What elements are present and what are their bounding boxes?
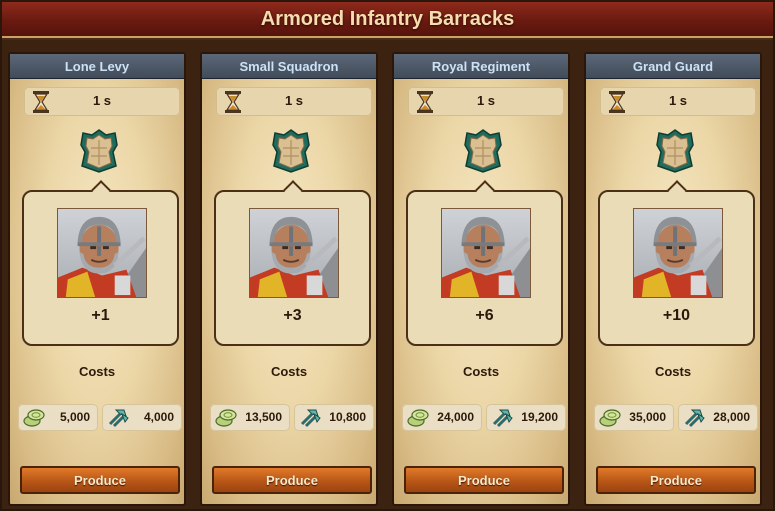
production-card-3: Royal Regiment 1 s +6 Costs 24,000 19,20… bbox=[392, 52, 570, 506]
supplies-icon bbox=[300, 409, 321, 428]
cost-supplies: 28,000 bbox=[678, 404, 758, 431]
production-card-1: Lone Levy 1 s +1 Costs 5,000 4,000 Produ… bbox=[8, 52, 186, 506]
infantry-portrait bbox=[633, 208, 723, 298]
supplies-icon bbox=[108, 409, 129, 428]
costs-label: Costs bbox=[270, 364, 308, 379]
unit-amount: +3 bbox=[283, 307, 302, 324]
produce-button[interactable]: Produce bbox=[404, 466, 564, 494]
cost-coins: 13,500 bbox=[210, 404, 290, 431]
time-value: 1 s bbox=[476, 93, 496, 108]
production-options: Lone Levy 1 s +1 Costs 5,000 4,000 Produ… bbox=[2, 40, 773, 509]
supplies-cost-value: 28,000 bbox=[713, 410, 750, 424]
barracks-window: Armored Infantry Barracks Lone Levy 1 s bbox=[0, 0, 775, 511]
produce-button[interactable]: Produce bbox=[212, 466, 372, 494]
window-title: Armored Infantry Barracks bbox=[260, 7, 515, 30]
coins-cost-value: 35,000 bbox=[629, 410, 666, 424]
coins-cost-value: 24,000 bbox=[437, 410, 474, 424]
unit-reward-box: +3 bbox=[214, 180, 371, 346]
cost-supplies: 10,800 bbox=[294, 404, 374, 431]
production-time: 1 s bbox=[24, 87, 180, 116]
armored-infantry-icon bbox=[272, 129, 310, 173]
unit-amount: +6 bbox=[475, 307, 494, 324]
coins-cost-value: 5,000 bbox=[59, 410, 90, 424]
armored-infantry-icon bbox=[656, 129, 694, 173]
unit-reward-box: +1 bbox=[22, 180, 179, 346]
produce-button[interactable]: Produce bbox=[596, 466, 756, 494]
coins-icon bbox=[23, 409, 45, 427]
coins-icon bbox=[215, 409, 237, 427]
card-header: Small Squadron bbox=[202, 54, 376, 79]
card-header: Royal Regiment bbox=[394, 54, 568, 79]
unit-reward-box: +10 bbox=[598, 180, 755, 346]
production-time: 1 s bbox=[600, 87, 756, 116]
cost-coins: 5,000 bbox=[18, 404, 98, 431]
armored-infantry-icon bbox=[80, 129, 118, 173]
infantry-portrait bbox=[57, 208, 147, 298]
cost-coins: 24,000 bbox=[402, 404, 482, 431]
production-card-2: Small Squadron 1 s +3 Costs 13,500 10,80… bbox=[200, 52, 378, 506]
supplies-cost-value: 19,200 bbox=[521, 410, 558, 424]
coins-cost-value: 13,500 bbox=[245, 410, 282, 424]
tooltip-notch bbox=[91, 180, 111, 200]
unit-amount: +1 bbox=[91, 307, 110, 324]
unit-reward-box: +6 bbox=[406, 180, 563, 346]
card-title: Small Squadron bbox=[239, 58, 339, 74]
card-title: Lone Levy bbox=[64, 58, 130, 74]
costs-label: Costs bbox=[78, 364, 116, 379]
tooltip-notch bbox=[283, 180, 303, 200]
supplies-cost-value: 4,000 bbox=[143, 410, 174, 424]
tooltip-notch bbox=[667, 180, 687, 200]
card-header: Grand Guard bbox=[586, 54, 760, 79]
card-title: Royal Regiment bbox=[431, 58, 531, 74]
card-title: Grand Guard bbox=[632, 58, 714, 74]
tooltip-notch bbox=[475, 180, 495, 200]
armored-infantry-icon bbox=[464, 129, 502, 173]
infantry-portrait bbox=[441, 208, 531, 298]
production-time: 1 s bbox=[216, 87, 372, 116]
coins-icon bbox=[407, 409, 429, 427]
card-header: Lone Levy bbox=[10, 54, 184, 79]
costs-label: Costs bbox=[654, 364, 692, 379]
produce-button[interactable]: Produce bbox=[20, 466, 180, 494]
production-card-4: Grand Guard 1 s +10 Costs 35,000 28,000 … bbox=[584, 52, 762, 506]
time-value: 1 s bbox=[668, 93, 688, 108]
title-bar: Armored Infantry Barracks bbox=[2, 2, 773, 38]
cost-supplies: 19,200 bbox=[486, 404, 566, 431]
supplies-icon bbox=[684, 409, 705, 428]
cost-supplies: 4,000 bbox=[102, 404, 182, 431]
cost-coins: 35,000 bbox=[594, 404, 674, 431]
supplies-icon bbox=[492, 409, 513, 428]
infantry-portrait bbox=[249, 208, 339, 298]
time-value: 1 s bbox=[92, 93, 112, 108]
time-value: 1 s bbox=[284, 93, 304, 108]
unit-amount: +10 bbox=[662, 307, 691, 324]
costs-label: Costs bbox=[462, 364, 500, 379]
supplies-cost-value: 10,800 bbox=[329, 410, 366, 424]
production-time: 1 s bbox=[408, 87, 564, 116]
coins-icon bbox=[599, 409, 621, 427]
